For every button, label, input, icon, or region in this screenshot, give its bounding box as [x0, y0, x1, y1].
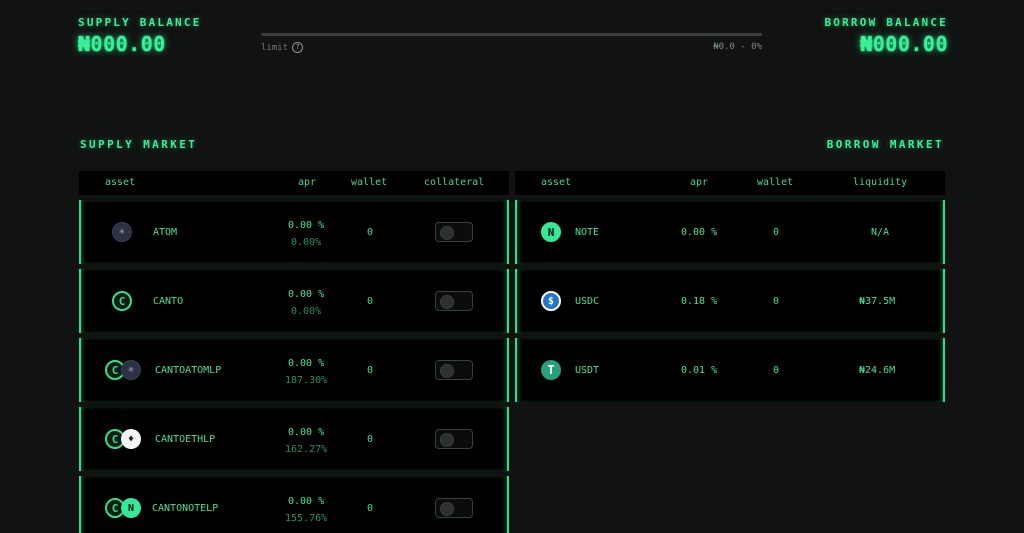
toggle-knob: [440, 295, 454, 309]
supply-row-canto[interactable]: C CANTO 0.00 % 0.00% 0: [79, 269, 509, 333]
lending-dashboard: SUPPLY BALANCE ₦000.00 limit ? ₦0.0 - 0%…: [0, 0, 1024, 533]
help-icon[interactable]: ?: [292, 42, 304, 53]
asset-icons: C ⚛: [105, 360, 141, 380]
toggle-knob: [440, 364, 454, 378]
asset-liquidity: ₦37.5M: [859, 296, 896, 307]
column-asset[interactable]: asset: [541, 177, 571, 188]
borrow-row-note[interactable]: N NOTE 0.00 % 0 N/A: [515, 200, 945, 264]
borrow-market-title: BORROW MARKET: [826, 138, 944, 151]
supply-table-header: asset apr wallet collateral: [79, 171, 509, 195]
borrow-limit-bar: [261, 33, 762, 36]
supply-balance-label: SUPPLY BALANCE: [78, 16, 202, 29]
column-apr[interactable]: apr: [298, 177, 316, 188]
toggle-knob: [440, 502, 454, 516]
asset-apr: 0.00 %: [288, 358, 325, 369]
asset-apr: 0.00 %: [288, 289, 325, 300]
asset-apr: 0.00 %: [288, 220, 325, 231]
asset-symbol: CANTO: [153, 296, 184, 307]
asset-wallet: 0: [367, 434, 374, 445]
column-wallet[interactable]: wallet: [351, 177, 387, 188]
atom-icon: ⚛: [121, 360, 141, 380]
supply-balance-value: ₦000.00: [78, 32, 166, 56]
supply-row-atom[interactable]: ⚛ ATOM 0.00 % 0.00% 0: [79, 200, 509, 264]
limit-label-group: limit ?: [261, 42, 304, 53]
supply-row-cantoatomlp[interactable]: C ⚛ CANTOATOMLP 0.00 % 187.30% 0: [79, 338, 509, 402]
asset-apr: 0.00 %: [288, 496, 325, 507]
asset-icons: C ♦: [105, 429, 141, 449]
asset-symbol: CANTONOTELP: [152, 503, 219, 514]
collateral-toggle[interactable]: [435, 222, 473, 242]
collateral-toggle[interactable]: [435, 291, 473, 311]
asset-wallet: 0: [773, 296, 780, 307]
column-wallet[interactable]: wallet: [757, 177, 793, 188]
asset-icons: T: [541, 360, 561, 380]
toggle-knob: [440, 433, 454, 447]
asset-symbol: NOTE: [575, 227, 600, 238]
atom-icon: ⚛: [112, 222, 132, 242]
asset-wallet: 0: [773, 227, 780, 238]
asset-apr: 0.00 %: [681, 227, 718, 238]
asset-wallet: 0: [367, 227, 374, 238]
asset-liquidity: N/A: [871, 227, 890, 238]
asset-symbol: CANTOETHLP: [155, 434, 216, 445]
asset-apr: 0.00 %: [288, 427, 325, 438]
asset-apr: 0.01 %: [681, 365, 718, 376]
limit-label: limit: [261, 42, 289, 53]
asset-wallet: 0: [367, 296, 374, 307]
column-asset[interactable]: asset: [105, 177, 135, 188]
usdc-icon: $: [541, 291, 561, 311]
borrow-row-usdc[interactable]: $ USDC 0.18 % 0 ₦37.5M: [515, 269, 945, 333]
collateral-toggle[interactable]: [435, 498, 473, 518]
asset-apr-reward: 162.27%: [285, 444, 328, 455]
supply-row-cantoethlp[interactable]: C ♦ CANTOETHLP 0.00 % 162.27% 0: [79, 407, 509, 471]
asset-symbol: CANTOATOMLP: [155, 365, 222, 376]
asset-icons: N: [541, 222, 561, 242]
borrow-market-table: asset apr wallet liquidity N NOTE 0.00 %…: [515, 171, 945, 402]
asset-wallet: 0: [367, 503, 374, 514]
asset-symbol: USDT: [575, 365, 600, 376]
column-apr[interactable]: apr: [690, 177, 708, 188]
borrow-table-header: asset apr wallet liquidity: [515, 171, 945, 195]
canto-icon: C: [112, 291, 132, 311]
asset-apr: 0.18 %: [681, 296, 718, 307]
asset-icons: C: [112, 291, 132, 311]
asset-icons: $: [541, 291, 561, 311]
borrow-row-usdt[interactable]: T USDT 0.01 % 0 ₦24.6M: [515, 338, 945, 402]
asset-apr-reward: 0.00%: [291, 306, 322, 317]
column-collateral[interactable]: collateral: [424, 177, 484, 188]
asset-apr-reward: 187.30%: [285, 375, 328, 386]
column-liquidity[interactable]: liquidity: [853, 177, 907, 188]
borrow-balance-value: ₦000.00: [860, 32, 948, 56]
limit-value: ₦0.0 - 0%: [713, 42, 762, 52]
asset-wallet: 0: [773, 365, 780, 376]
asset-symbol: ATOM: [153, 227, 178, 238]
asset-apr-reward: 0.00%: [291, 237, 322, 248]
note-icon: N: [541, 222, 561, 242]
usdt-icon: T: [541, 360, 561, 380]
asset-icons: ⚛: [112, 222, 132, 242]
asset-liquidity: ₦24.6M: [859, 365, 896, 376]
asset-icons: C N: [105, 498, 141, 518]
borrow-balance-label: BORROW BALANCE: [824, 16, 948, 29]
toggle-knob: [440, 226, 454, 240]
collateral-toggle[interactable]: [435, 360, 473, 380]
asset-apr-reward: 155.76%: [285, 513, 328, 524]
supply-market-table: asset apr wallet collateral ⚛ ATOM 0.00 …: [79, 171, 509, 533]
asset-symbol: USDC: [575, 296, 600, 307]
eth-icon: ♦: [121, 429, 141, 449]
note-icon: N: [121, 498, 141, 518]
collateral-toggle[interactable]: [435, 429, 473, 449]
asset-wallet: 0: [367, 365, 374, 376]
supply-market-title: SUPPLY MARKET: [80, 138, 198, 151]
supply-row-cantonotelp[interactable]: C N CANTONOTELP 0.00 % 155.76% 0: [79, 476, 509, 533]
